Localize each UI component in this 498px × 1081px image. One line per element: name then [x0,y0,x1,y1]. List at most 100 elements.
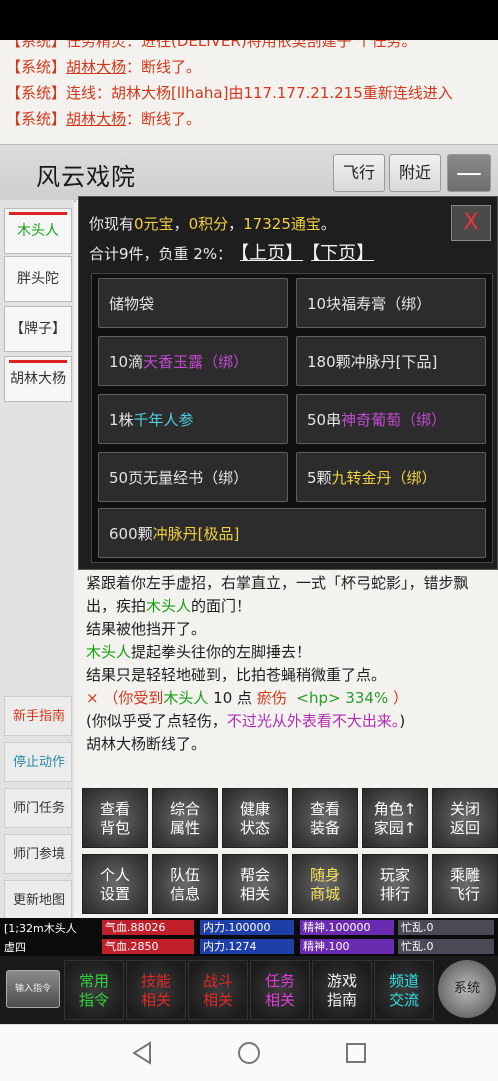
log-text: 连线：胡林大杨[llhaha]由117.177.21.215重新连线进入 [66,84,453,102]
npc-item[interactable]: 木头人 [4,208,72,254]
inventory-item[interactable]: 5颗九转金丹（绑） [296,452,486,502]
npc-item[interactable]: 胖头陀 [4,256,72,302]
count-text: 合计9件，负重 2%： [89,245,233,263]
inventory-item[interactable]: 50页无量经书（绑） [98,452,288,502]
damage-type: 瘀伤 [256,689,287,707]
back-icon[interactable] [128,1039,156,1067]
summary-text: ， [228,215,244,233]
prev-page-link[interactable]: 【上页】 [240,243,303,264]
location-title: 风云戏院 [36,163,136,191]
npc-label: 胖头陀 [17,271,59,287]
guild-button[interactable]: 帮会 相关 [222,854,288,914]
inventory-item[interactable]: 储物袋 [98,278,288,328]
home-icon[interactable] [235,1039,263,1067]
mall-button[interactable]: 随身 商城 [292,854,358,914]
log-tag: 【系统】 [6,84,67,102]
team-info-button[interactable]: 队伍 信息 [152,854,218,914]
item-label: 600颗 [109,525,153,543]
sect-realm-button[interactable]: 师门参境 [4,834,72,874]
log-line: 【系统】连线：胡林大杨[llhaha]由117.177.21.215重新连线进入 [0,80,498,106]
attributes-button[interactable]: 综合 属性 [152,788,218,848]
next-page-link[interactable]: 【下页】 [311,243,374,264]
damage-mark: × [86,689,99,707]
item-label-colored: 神奇葡萄（绑） [341,411,447,429]
item-label: 10块福寿膏（绑） [307,295,432,313]
inventory-item[interactable]: 50串神奇葡萄（绑） [296,394,486,444]
tasks-button[interactable]: 任务 相关 [250,960,310,1020]
health-status-button[interactable]: 健康 状态 [222,788,288,848]
view-bag-button[interactable]: 查看 背包 [82,788,148,848]
recents-icon[interactable] [342,1039,370,1067]
summary-text: 你现有 [89,215,135,233]
eagle-fly-button[interactable]: 乘雕 飞行 [432,854,498,914]
personal-settings-button[interactable]: 个人 设置 [82,854,148,914]
item-label-colored: 天香玉露（绑） [143,353,249,371]
qixue-bar: 气血.2850 [102,939,194,954]
story-text-highlight: 不过光从外表看不大出来。 [226,712,400,730]
combat-button[interactable]: 战斗 相关 [188,960,248,1020]
newbie-guide-button[interactable]: 新手指南 [4,696,72,736]
btn-label: 师门任务 [13,801,66,816]
input-command-button[interactable]: 输入指令 [6,970,60,1008]
story-text: 结果被他挡开了。 [86,620,207,638]
inventory-dialog: 你现有0元宝，0积分，17325通宝。 合计9件，负重 2%： 【上页】 【下页】 … [78,196,498,570]
currency-summary: 你现有0元宝，0积分，17325通宝。 [89,213,336,234]
neili-bar: 内力.100000 [200,920,294,935]
log-line: 【系统】胡林大杨：断线了。 [0,54,498,80]
story-text: 紧跟着你左手虚招，右掌直立，一式「杯弓蛇影」，错步飘出，疾拍 [86,574,469,615]
npc-label: 【牌子】 [10,321,66,337]
npc-name: 木头人 [86,643,132,661]
story-text: 胡林大杨断线了。 [86,735,207,753]
common-commands-button[interactable]: 常用 指令 [64,960,124,1020]
inventory-item[interactable]: 1株千年人参 [98,394,288,444]
item-label: 10滴 [109,353,144,371]
player-name: 虚四 [4,941,26,954]
player-rank-button[interactable]: 玩家 排行 [362,854,428,914]
close-return-button[interactable]: 关闭 返回 [432,788,498,848]
item-label: 储物袋 [109,295,155,313]
jingshen-bar: 精神.100000 [300,920,394,935]
target-name: [1;32m木头人 [4,922,77,935]
inventory-item[interactable]: 10块福寿膏（绑） [296,278,486,328]
npc-label: 胡林大杨 [10,371,66,387]
btn-label: 更新地图 [13,893,66,908]
system-icon[interactable]: 系统 [438,960,496,1018]
log-text: ：断线了。 [126,110,202,128]
btn-label: 新手指南 [13,709,66,724]
log-player-link[interactable]: 胡林大杨 [66,110,126,128]
close-icon[interactable]: X [451,205,491,241]
summary-text: ， [173,215,189,233]
game-guide-button[interactable]: 游戏 指南 [312,960,372,1020]
sect-task-button[interactable]: 师门任务 [4,788,72,828]
npc-hp-bar [9,212,67,215]
log-player-link[interactable]: 胡林大杨 [66,58,126,76]
bottom-toolbar: 输入指令 常用 指令 技能 相关 战斗 相关 任务 相关 游戏 指南 频道 交流 系统 [0,956,498,1024]
inventory-item[interactable]: 600颗冲脉丹[极品] [98,508,486,558]
log-tag: 【系统】 [6,58,67,76]
npc-item[interactable]: 胡林大杨 [4,356,72,402]
minimize-button[interactable]: — [447,154,491,192]
neili-bar: 内力.1274 [200,939,294,954]
player-status-row: 虚四 气血.2850 内力.1274 精神.100 忙乱.0 [0,937,498,956]
nearby-button[interactable]: 附近 [389,154,441,192]
btn-label: 停止动作 [13,755,66,770]
item-label: 1株 [109,411,134,429]
item-label: 50页无量经书（绑） [109,469,249,487]
story-text: 提起拳头往你的左脚捶去！ [131,643,312,661]
story-text: ) [399,712,406,730]
inventory-item[interactable]: 180颗冲脉丹[下品] [296,336,486,386]
view-equipment-button[interactable]: 查看 装备 [292,788,358,848]
inventory-item[interactable]: 10滴天香玉露（绑） [98,336,288,386]
item-label-colored: 千年人参 [133,411,194,429]
stop-action-button[interactable]: 停止动作 [4,742,72,782]
role-home-button[interactable]: 角色↑ 家园↑ [362,788,428,848]
fly-button[interactable]: 飞行 [333,154,385,192]
npc-item[interactable]: 【牌子】 [4,306,72,352]
skills-button[interactable]: 技能 相关 [126,960,186,1020]
mangluan-bar: 忙乱.0 [398,939,494,954]
item-label: 180颗冲脉丹[下品] [307,353,438,371]
update-map-button[interactable]: 更新地图 [4,880,72,920]
npc-name: 木头人 [163,689,209,707]
channel-chat-button[interactable]: 频道 交流 [374,960,434,1020]
item-label-colored: 冲脉丹[极品] [152,525,240,543]
